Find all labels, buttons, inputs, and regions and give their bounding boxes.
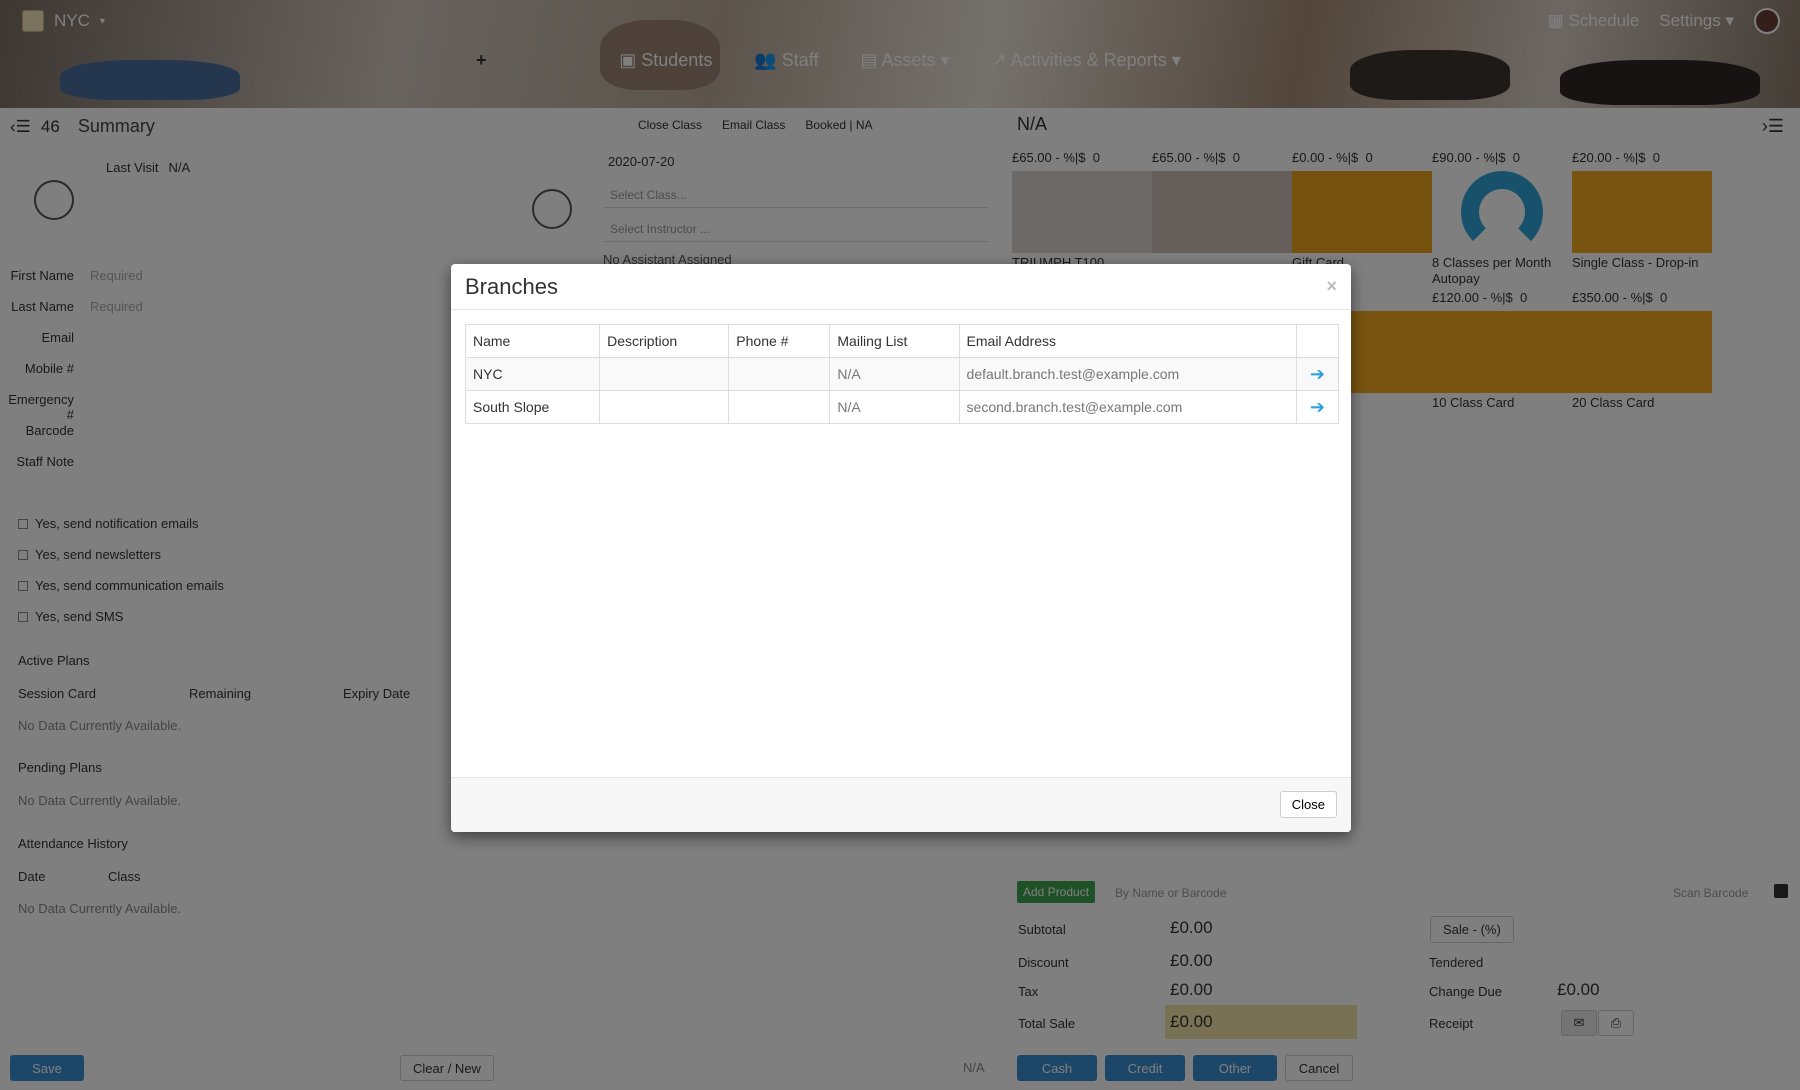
branch-name-cell: South Slope xyxy=(464,390,601,424)
table-row: NYC N/A default.branch.test@example.com … xyxy=(464,357,1340,391)
branch-name-cell: NYC xyxy=(464,357,601,391)
arrow-right-icon[interactable]: ➔ xyxy=(1295,357,1340,391)
branch-phone-cell xyxy=(728,390,831,424)
branch-description-cell xyxy=(599,357,730,391)
modal-header: Branches × xyxy=(451,264,1351,310)
col-description: Description xyxy=(599,324,730,358)
branch-email-cell: second.branch.test@example.com xyxy=(958,390,1297,424)
branch-email-cell: default.branch.test@example.com xyxy=(958,357,1297,391)
table-row: South Slope N/A second.branch.test@examp… xyxy=(464,390,1340,424)
table-header-row: Name Description Phone # Mailing List Em… xyxy=(464,324,1340,358)
col-action xyxy=(1295,324,1340,358)
branch-mailing-cell: N/A xyxy=(829,390,960,424)
close-icon[interactable]: × xyxy=(1326,276,1337,297)
col-name: Name xyxy=(464,324,601,358)
branch-mailing-cell: N/A xyxy=(829,357,960,391)
branch-phone-cell xyxy=(728,357,831,391)
col-mailing-list: Mailing List xyxy=(829,324,960,358)
branches-table: Name Description Phone # Mailing List Em… xyxy=(464,324,1340,424)
modal-body: Name Description Phone # Mailing List Em… xyxy=(451,310,1351,769)
arrow-right-icon[interactable]: ➔ xyxy=(1295,390,1340,424)
modal-footer: Close xyxy=(451,777,1351,832)
branch-description-cell xyxy=(599,390,730,424)
col-phone: Phone # xyxy=(728,324,831,358)
modal-title: Branches xyxy=(465,274,558,299)
branches-modal: Branches × Name Description Phone # Mail… xyxy=(451,264,1351,832)
col-email: Email Address xyxy=(958,324,1297,358)
close-button[interactable]: Close xyxy=(1279,791,1337,818)
